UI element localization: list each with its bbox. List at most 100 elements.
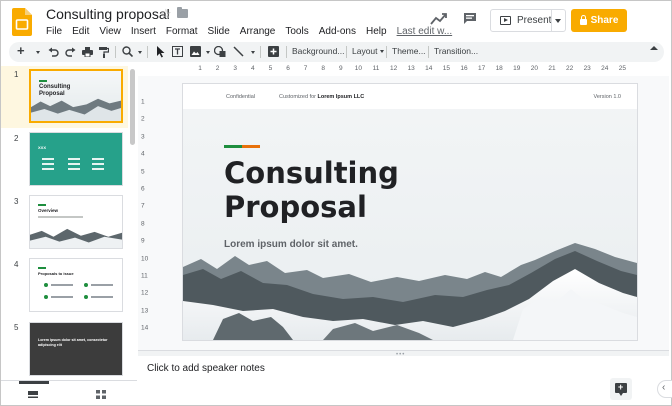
background-button[interactable]: Background...	[292, 46, 344, 56]
transition-button[interactable]: Transition...	[434, 46, 478, 56]
text-box-icon[interactable]	[172, 46, 183, 57]
title-accent-bar	[224, 145, 260, 148]
thumb-accent	[38, 204, 46, 206]
ruler-tick-label: 10	[141, 255, 149, 263]
menu-tools[interactable]: Tools	[285, 26, 308, 37]
ruler-tick-label: 19	[513, 65, 521, 72]
menu-format[interactable]: Format	[166, 26, 198, 37]
star-icon[interactable]: ☆	[160, 6, 172, 22]
ruler-tick-label: 9	[141, 237, 145, 245]
menu-arrange[interactable]: Arrange	[240, 26, 276, 37]
ruler-tick-label: 11	[372, 65, 380, 72]
thumb-line	[68, 163, 80, 165]
filmstrip: 1 Consulting Proposal 2 XXX 3 Overview 4…	[1, 66, 137, 380]
thumb-accent	[39, 80, 47, 82]
ruler-tick-label: 8	[321, 65, 325, 72]
header-confidential: Confidential	[226, 94, 256, 100]
slide-thumbnail-2[interactable]: XXX	[29, 132, 123, 186]
activity-trend-icon[interactable]	[430, 12, 448, 26]
shape-icon[interactable]	[214, 46, 226, 57]
menu-slide[interactable]: Slide	[208, 26, 230, 37]
ruler-tick-label: 16	[460, 65, 468, 72]
theme-button[interactable]: Theme...	[392, 46, 426, 56]
slide-thumbnail-1[interactable]: Consulting Proposal	[29, 69, 123, 123]
menu-insert[interactable]: Insert	[131, 26, 156, 37]
side-panel-toggle[interactable]: ‹	[657, 380, 672, 398]
slide-number: 5	[14, 323, 19, 332]
ruler-tick-label: 17	[477, 65, 486, 72]
slides-logo[interactable]	[12, 8, 32, 36]
chevron-down-icon[interactable]	[36, 51, 40, 54]
explore-icon	[615, 382, 627, 396]
document-title[interactable]: Consulting proposal	[46, 6, 170, 22]
chevron-down-icon[interactable]	[555, 19, 561, 23]
line-icon[interactable]	[233, 46, 244, 57]
thumb-line	[42, 163, 54, 165]
speaker-notes[interactable]: Click to add speaker notes	[138, 356, 669, 405]
collapse-toolbar-icon[interactable]	[650, 46, 658, 50]
undo-icon[interactable]	[48, 47, 59, 57]
select-icon[interactable]	[156, 46, 165, 58]
speaker-notes-placeholder[interactable]: Click to add speaker notes	[147, 363, 265, 374]
slide-thumbnail-3[interactable]: Overview	[29, 195, 123, 249]
paint-format-icon[interactable]	[99, 47, 109, 58]
menu-view[interactable]: View	[99, 26, 121, 37]
slide-title[interactable]: Consulting Proposal	[224, 156, 399, 224]
share-button[interactable]: Share	[571, 9, 627, 32]
chevron-down-icon[interactable]	[251, 51, 255, 54]
thumb-line	[91, 296, 113, 298]
redo-icon[interactable]	[65, 47, 76, 57]
ruler-tick-label: 12	[141, 289, 149, 297]
thumb-line	[91, 284, 113, 286]
thumb-title: Lorem ipsum dolor sit amet, consectetur …	[38, 338, 108, 347]
thumb-line	[68, 158, 80, 160]
ruler-tick-label: 7	[303, 65, 308, 72]
slide-thumbnail-4[interactable]: Proposals to issue	[29, 258, 123, 312]
menu-edit[interactable]: Edit	[72, 26, 89, 37]
present-label: Present	[517, 15, 552, 26]
ruler-tick-label: 1	[198, 65, 202, 72]
ruler-tick-label: 21	[548, 65, 556, 72]
ruler-tick-label: 20	[530, 65, 539, 72]
menu-file[interactable]: File	[46, 26, 62, 37]
thumb-line	[51, 284, 73, 286]
add-icon[interactable]: +	[17, 44, 25, 57]
thumb-title: Proposals to issue	[38, 271, 74, 276]
slide-canvas[interactable]: Confidential Customized for Lorem Ipsum …	[183, 84, 637, 340]
slide-header: Confidential Customized for Lorem Ipsum …	[183, 84, 637, 109]
layout-button[interactable]: Layout	[352, 46, 384, 56]
filmstrip-scrollbar[interactable]	[130, 69, 135, 145]
zoom-icon[interactable]	[122, 46, 133, 57]
ruler-tick-label: 3	[141, 133, 145, 141]
active-view-indicator	[19, 381, 49, 384]
ruler-tick-label: 7	[141, 202, 145, 210]
menu-help[interactable]: Help	[366, 26, 387, 37]
filmstrip-view-icon[interactable]	[28, 391, 38, 398]
slide-thumbnail-5[interactable]: Lorem ipsum dolor sit amet, consectetur …	[29, 322, 123, 376]
ruler-tick-label: 4	[250, 65, 255, 72]
insert-comment-icon[interactable]	[268, 46, 279, 57]
chevron-down-icon[interactable]	[206, 51, 210, 54]
ruler-tick-label: 5	[141, 168, 145, 176]
ruler-tick-label: 22	[565, 65, 574, 72]
vertical-ruler[interactable]: 1 2 3 4 5 6 7 8 9 10 11 12 13 14	[141, 84, 149, 344]
toolbar: + Background... Layout Theme... Transiti…	[9, 42, 664, 62]
ruler-tick-label: 23	[583, 65, 591, 72]
last-edit-link[interactable]: Last edit w...	[397, 26, 453, 37]
header-customized-prefix: Customized for	[279, 94, 318, 100]
menu-add-ons[interactable]: Add-ons	[319, 26, 356, 37]
ruler-tick-label: 12	[389, 65, 398, 72]
horizontal-ruler[interactable]: 1 2 3 4 5 6 7 8 9 10 11 12 13 14 15 16 17 18 19 20 21 22 23 24 2…	[182, 65, 638, 76]
image-icon[interactable]	[190, 46, 201, 57]
folder-icon[interactable]	[177, 7, 188, 18]
slide-number: 3	[14, 197, 19, 206]
ruler-tick-label: 14	[425, 65, 433, 72]
present-button[interactable]: Present	[490, 9, 566, 32]
print-icon[interactable]	[82, 47, 93, 57]
explore-button[interactable]	[610, 378, 632, 400]
present-divider	[551, 10, 552, 31]
comment-icon[interactable]	[463, 12, 477, 25]
grid-view-icon[interactable]	[96, 390, 106, 399]
thumb-accent	[38, 267, 46, 269]
chevron-down-icon[interactable]	[138, 51, 142, 54]
